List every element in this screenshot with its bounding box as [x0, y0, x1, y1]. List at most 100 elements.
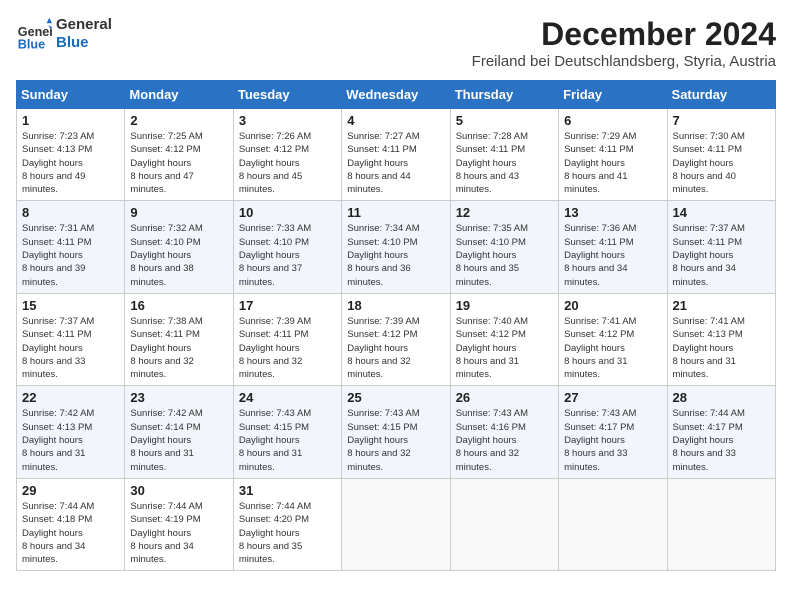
day-number: 21: [673, 298, 770, 313]
day-info: Sunrise: 7:27 AM Sunset: 4:11 PM Dayligh…: [347, 130, 444, 196]
day-cell: 6 Sunrise: 7:29 AM Sunset: 4:11 PM Dayli…: [559, 109, 667, 201]
daylight-value: 8 hours and 31 minutes.: [239, 448, 302, 472]
logo-icon: General Blue: [16, 16, 52, 52]
sunrise-label: Sunrise: 7:37 AM: [22, 316, 94, 327]
daylight-label: Daylight hours: [22, 158, 83, 169]
daylight-label: Daylight hours: [130, 158, 191, 169]
sunset-label: Sunset: 4:12 PM: [564, 329, 634, 340]
day-info: Sunrise: 7:41 AM Sunset: 4:12 PM Dayligh…: [564, 315, 661, 381]
sunrise-label: Sunrise: 7:29 AM: [564, 131, 636, 142]
daylight-value: 8 hours and 33 minutes.: [564, 448, 627, 472]
sunset-label: Sunset: 4:11 PM: [130, 329, 200, 340]
sunrise-label: Sunrise: 7:32 AM: [130, 223, 202, 234]
day-info: Sunrise: 7:25 AM Sunset: 4:12 PM Dayligh…: [130, 130, 227, 196]
sunset-label: Sunset: 4:12 PM: [456, 329, 526, 340]
sunrise-label: Sunrise: 7:43 AM: [456, 408, 528, 419]
day-info: Sunrise: 7:23 AM Sunset: 4:13 PM Dayligh…: [22, 130, 119, 196]
sunrise-label: Sunrise: 7:41 AM: [564, 316, 636, 327]
daylight-label: Daylight hours: [347, 435, 408, 446]
logo: General Blue General Blue: [16, 16, 112, 52]
title-block: December 2024 Freiland bei Deutschlandsb…: [472, 16, 776, 70]
daylight-label: Daylight hours: [130, 528, 191, 539]
sunrise-label: Sunrise: 7:40 AM: [456, 316, 528, 327]
day-cell: 10 Sunrise: 7:33 AM Sunset: 4:10 PM Dayl…: [233, 201, 341, 293]
sunrise-label: Sunrise: 7:27 AM: [347, 131, 419, 142]
sunrise-label: Sunrise: 7:39 AM: [239, 316, 311, 327]
day-number: 6: [564, 113, 661, 128]
daylight-label: Daylight hours: [22, 528, 83, 539]
day-cell: 29 Sunrise: 7:44 AM Sunset: 4:18 PM Dayl…: [17, 478, 125, 570]
day-number: 26: [456, 390, 553, 405]
sunset-label: Sunset: 4:11 PM: [564, 237, 634, 248]
daylight-value: 8 hours and 33 minutes.: [22, 356, 85, 380]
daylight-value: 8 hours and 35 minutes.: [239, 541, 302, 565]
daylight-label: Daylight hours: [130, 343, 191, 354]
daylight-value: 8 hours and 34 minutes.: [130, 541, 193, 565]
day-number: 10: [239, 205, 336, 220]
day-cell: 19 Sunrise: 7:40 AM Sunset: 4:12 PM Dayl…: [450, 293, 558, 385]
day-number: 13: [564, 205, 661, 220]
day-info: Sunrise: 7:43 AM Sunset: 4:15 PM Dayligh…: [347, 407, 444, 473]
week-row-4: 22 Sunrise: 7:42 AM Sunset: 4:13 PM Dayl…: [17, 386, 776, 478]
daylight-label: Daylight hours: [673, 158, 734, 169]
day-number: 1: [22, 113, 119, 128]
sunset-label: Sunset: 4:11 PM: [239, 329, 309, 340]
day-number: 12: [456, 205, 553, 220]
daylight-value: 8 hours and 32 minutes.: [239, 356, 302, 380]
daylight-label: Daylight hours: [22, 343, 83, 354]
day-number: 19: [456, 298, 553, 313]
daylight-label: Daylight hours: [456, 158, 517, 169]
weekday-header-saturday: Saturday: [667, 81, 775, 109]
svg-text:Blue: Blue: [18, 37, 45, 51]
day-number: 25: [347, 390, 444, 405]
day-info: Sunrise: 7:42 AM Sunset: 4:14 PM Dayligh…: [130, 407, 227, 473]
sunset-label: Sunset: 4:12 PM: [130, 144, 200, 155]
sunset-label: Sunset: 4:17 PM: [673, 422, 743, 433]
weekday-header-friday: Friday: [559, 81, 667, 109]
sunset-label: Sunset: 4:10 PM: [239, 237, 309, 248]
sunrise-label: Sunrise: 7:35 AM: [456, 223, 528, 234]
daylight-value: 8 hours and 32 minutes.: [347, 356, 410, 380]
daylight-value: 8 hours and 44 minutes.: [347, 171, 410, 195]
day-number: 16: [130, 298, 227, 313]
day-info: Sunrise: 7:28 AM Sunset: 4:11 PM Dayligh…: [456, 130, 553, 196]
day-cell: [559, 478, 667, 570]
day-cell: 22 Sunrise: 7:42 AM Sunset: 4:13 PM Dayl…: [17, 386, 125, 478]
sunrise-label: Sunrise: 7:33 AM: [239, 223, 311, 234]
daylight-label: Daylight hours: [347, 343, 408, 354]
day-number: 2: [130, 113, 227, 128]
daylight-label: Daylight hours: [130, 435, 191, 446]
day-number: 29: [22, 483, 119, 498]
sunrise-label: Sunrise: 7:43 AM: [564, 408, 636, 419]
daylight-value: 8 hours and 40 minutes.: [673, 171, 736, 195]
day-info: Sunrise: 7:41 AM Sunset: 4:13 PM Dayligh…: [673, 315, 770, 381]
daylight-label: Daylight hours: [564, 435, 625, 446]
sunrise-label: Sunrise: 7:42 AM: [22, 408, 94, 419]
daylight-label: Daylight hours: [239, 528, 300, 539]
week-row-3: 15 Sunrise: 7:37 AM Sunset: 4:11 PM Dayl…: [17, 293, 776, 385]
day-info: Sunrise: 7:40 AM Sunset: 4:12 PM Dayligh…: [456, 315, 553, 381]
daylight-value: 8 hours and 31 minutes.: [456, 356, 519, 380]
day-number: 17: [239, 298, 336, 313]
weekday-header-sunday: Sunday: [17, 81, 125, 109]
day-cell: 23 Sunrise: 7:42 AM Sunset: 4:14 PM Dayl…: [125, 386, 233, 478]
day-cell: 11 Sunrise: 7:34 AM Sunset: 4:10 PM Dayl…: [342, 201, 450, 293]
sunset-label: Sunset: 4:15 PM: [347, 422, 417, 433]
sunrise-label: Sunrise: 7:31 AM: [22, 223, 94, 234]
sunset-label: Sunset: 4:18 PM: [22, 514, 92, 525]
day-cell: 26 Sunrise: 7:43 AM Sunset: 4:16 PM Dayl…: [450, 386, 558, 478]
day-info: Sunrise: 7:38 AM Sunset: 4:11 PM Dayligh…: [130, 315, 227, 381]
day-number: 4: [347, 113, 444, 128]
daylight-label: Daylight hours: [130, 250, 191, 261]
day-cell: 24 Sunrise: 7:43 AM Sunset: 4:15 PM Dayl…: [233, 386, 341, 478]
day-cell: 15 Sunrise: 7:37 AM Sunset: 4:11 PM Dayl…: [17, 293, 125, 385]
day-cell: 20 Sunrise: 7:41 AM Sunset: 4:12 PM Dayl…: [559, 293, 667, 385]
sunset-label: Sunset: 4:14 PM: [130, 422, 200, 433]
day-number: 23: [130, 390, 227, 405]
daylight-value: 8 hours and 43 minutes.: [456, 171, 519, 195]
weekday-header-row: SundayMondayTuesdayWednesdayThursdayFrid…: [17, 81, 776, 109]
daylight-value: 8 hours and 47 minutes.: [130, 171, 193, 195]
daylight-label: Daylight hours: [673, 435, 734, 446]
day-info: Sunrise: 7:33 AM Sunset: 4:10 PM Dayligh…: [239, 222, 336, 288]
daylight-label: Daylight hours: [347, 158, 408, 169]
